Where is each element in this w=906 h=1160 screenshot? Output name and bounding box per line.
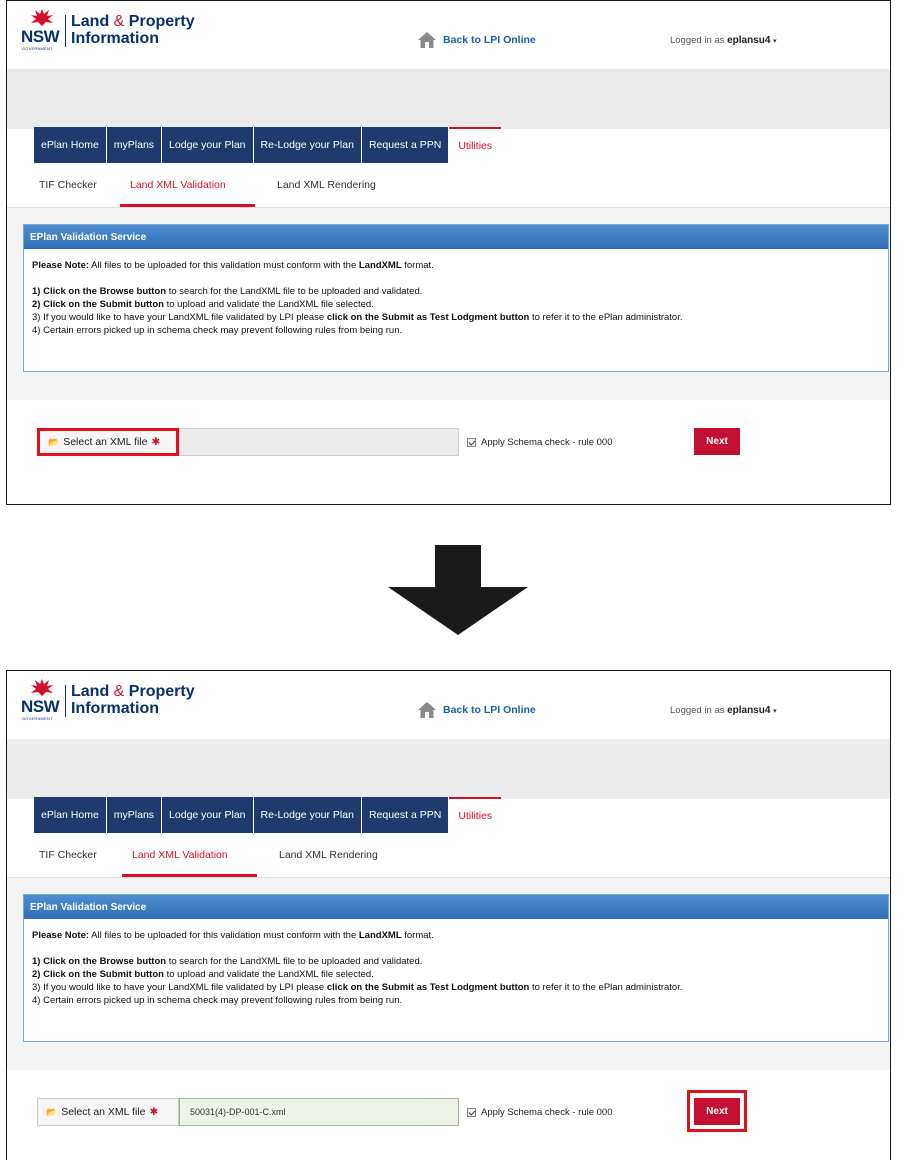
step-2: 2) Click on the Submit button to upload … xyxy=(32,969,374,980)
home-icon xyxy=(418,32,436,48)
subtab-tif-checker[interactable]: TIF Checker xyxy=(39,179,97,191)
main-nav: ePlan Home myPlans Lodge your Plan Re-Lo… xyxy=(34,797,502,833)
step-1: 1) Click on the Browse button to search … xyxy=(32,956,423,967)
logo-line2: Information xyxy=(71,700,159,717)
schema-checkbox[interactable] xyxy=(467,438,476,447)
page-content: EPlan Validation Service Please Note: Al… xyxy=(7,878,890,1160)
schema-check-label: Apply Schema check - rule 000 xyxy=(481,437,613,448)
logo-divider xyxy=(65,15,66,47)
schema-check-option[interactable]: Apply Schema check - rule 000 xyxy=(467,437,612,448)
main-nav: ePlan Home myPlans Lodge your Plan Re-Lo… xyxy=(34,127,502,163)
tab-request-ppn[interactable]: Request a PPN xyxy=(361,797,450,833)
file-name-field[interactable] xyxy=(179,428,459,456)
folder-icon: 📂 xyxy=(46,1106,58,1117)
subtab-landxml-rendering[interactable]: Land XML Rendering xyxy=(279,849,378,861)
logo-line1: Land & Property xyxy=(71,13,195,30)
next-button[interactable]: Next xyxy=(694,428,740,455)
required-icon: ✱ xyxy=(151,436,161,448)
utilities-subnav: TIF Checker Land XML Validation Land XML… xyxy=(7,833,890,878)
site-header: NSW GOVERNMENT Land & Property Informati… xyxy=(7,671,890,739)
site-header: NSW GOVERNMENT Land & Property Informati… xyxy=(7,1,890,69)
panel-title: EPlan Validation Service xyxy=(24,225,888,249)
step-1: 1) Click on the Browse button to search … xyxy=(32,286,423,297)
format-note: Please Note: All files to be uploaded fo… xyxy=(32,930,434,941)
select-label: Select an XML file xyxy=(63,436,148,448)
header-band xyxy=(7,69,890,129)
logged-in-label: Logged in as xyxy=(670,35,725,46)
logo-government: GOVERNMENT xyxy=(22,46,53,51)
format-note: Please Note: All files to be uploaded fo… xyxy=(32,260,434,271)
step-3: 3) If you would like to have your LandXM… xyxy=(32,312,683,323)
screenshot-before: NSW GOVERNMENT Land & Property Informati… xyxy=(6,0,891,505)
step-4: 4) Certain errors picked up in schema ch… xyxy=(32,325,403,336)
tab-lodge-plan[interactable]: Lodge your Plan xyxy=(162,797,254,833)
schema-check-option[interactable]: Apply Schema check - rule 000 xyxy=(467,1107,612,1118)
tab-eplan-home[interactable]: ePlan Home xyxy=(34,797,107,833)
required-icon: ✱ xyxy=(149,1106,159,1118)
chevron-down-icon: ▾ xyxy=(773,38,777,45)
screenshot-after: NSW GOVERNMENT Land & Property Informati… xyxy=(6,670,891,1160)
page-content: EPlan Validation Service Please Note: Al… xyxy=(7,208,890,504)
logo-government: GOVERNMENT xyxy=(22,716,53,721)
back-link-label: Back to LPI Online xyxy=(443,34,536,46)
utilities-subnav: TIF Checker Land XML Validation Land XML… xyxy=(7,163,890,208)
tab-utilities[interactable]: Utilities xyxy=(449,127,502,163)
user-menu[interactable]: Logged in as eplansu4 ▾ xyxy=(670,705,777,716)
panel-body: Please Note: All files to be uploaded fo… xyxy=(24,249,888,337)
step-4: 4) Certain errors picked up in schema ch… xyxy=(32,995,403,1006)
logo-divider xyxy=(65,685,66,717)
upload-form: 📂 Select an XML file ✱ 50031(4)-DP-001-C… xyxy=(7,1070,890,1160)
folder-icon: 📂 xyxy=(48,436,60,447)
active-subtab-indicator xyxy=(122,874,257,877)
chevron-down-icon: ▾ xyxy=(773,708,777,715)
step-3: 3) If you would like to have your LandXM… xyxy=(32,982,683,993)
subtab-landxml-validation[interactable]: Land XML Validation xyxy=(132,849,228,861)
back-link-label: Back to LPI Online xyxy=(443,704,536,716)
tab-relodge-plan[interactable]: Re-Lodge your Plan xyxy=(253,797,362,833)
username: eplansu4 xyxy=(727,705,771,716)
logo-nsw: NSW xyxy=(21,27,60,46)
logo-nsw: NSW xyxy=(21,697,60,716)
next-button[interactable]: Next xyxy=(694,1098,740,1125)
upload-form: 📂 Select an XML file ✱ Apply Schema chec… xyxy=(7,400,890,504)
nsw-lpi-logo[interactable]: NSW GOVERNMENT Land & Property Informati… xyxy=(19,7,219,55)
back-to-lpi-link[interactable]: Back to LPI Online xyxy=(417,701,536,719)
header-band xyxy=(7,739,890,799)
subtab-tif-checker[interactable]: TIF Checker xyxy=(39,849,97,861)
tab-lodge-plan[interactable]: Lodge your Plan xyxy=(162,127,254,163)
active-subtab-indicator xyxy=(120,204,255,207)
schema-checkbox[interactable] xyxy=(467,1108,476,1117)
schema-check-label: Apply Schema check - rule 000 xyxy=(481,1107,613,1118)
file-name-field[interactable]: 50031(4)-DP-001-C.xml xyxy=(179,1098,459,1126)
waratah-icon xyxy=(31,679,53,696)
waratah-icon xyxy=(31,9,53,26)
subtab-landxml-rendering[interactable]: Land XML Rendering xyxy=(277,179,376,191)
subtab-landxml-validation[interactable]: Land XML Validation xyxy=(130,179,226,191)
validation-panel: EPlan Validation Service Please Note: Al… xyxy=(23,224,889,372)
select-xml-file-button[interactable]: 📂 Select an XML file ✱ xyxy=(37,1098,179,1126)
logo-line2: Information xyxy=(71,30,159,47)
panel-title: EPlan Validation Service xyxy=(24,895,888,919)
validation-panel: EPlan Validation Service Please Note: Al… xyxy=(23,894,889,1042)
step-2: 2) Click on the Submit button to upload … xyxy=(32,299,374,310)
arrow-down-icon xyxy=(388,545,528,635)
tab-myplans[interactable]: myPlans xyxy=(106,127,163,163)
back-to-lpi-link[interactable]: Back to LPI Online xyxy=(417,31,536,49)
tab-relodge-plan[interactable]: Re-Lodge your Plan xyxy=(253,127,362,163)
tab-eplan-home[interactable]: ePlan Home xyxy=(34,127,107,163)
logged-in-label: Logged in as xyxy=(670,705,725,716)
select-label: Select an XML file xyxy=(61,1106,146,1118)
tab-myplans[interactable]: myPlans xyxy=(106,797,163,833)
logo-line1: Land & Property xyxy=(71,683,195,700)
username: eplansu4 xyxy=(727,35,771,46)
user-menu[interactable]: Logged in as eplansu4 ▾ xyxy=(670,35,777,46)
tab-request-ppn[interactable]: Request a PPN xyxy=(361,127,450,163)
home-icon xyxy=(418,702,436,718)
select-xml-file-button[interactable]: 📂 Select an XML file ✱ xyxy=(37,428,179,456)
tab-utilities[interactable]: Utilities xyxy=(449,797,502,833)
nsw-lpi-logo[interactable]: NSW GOVERNMENT Land & Property Informati… xyxy=(19,677,219,725)
panel-body: Please Note: All files to be uploaded fo… xyxy=(24,919,888,1007)
